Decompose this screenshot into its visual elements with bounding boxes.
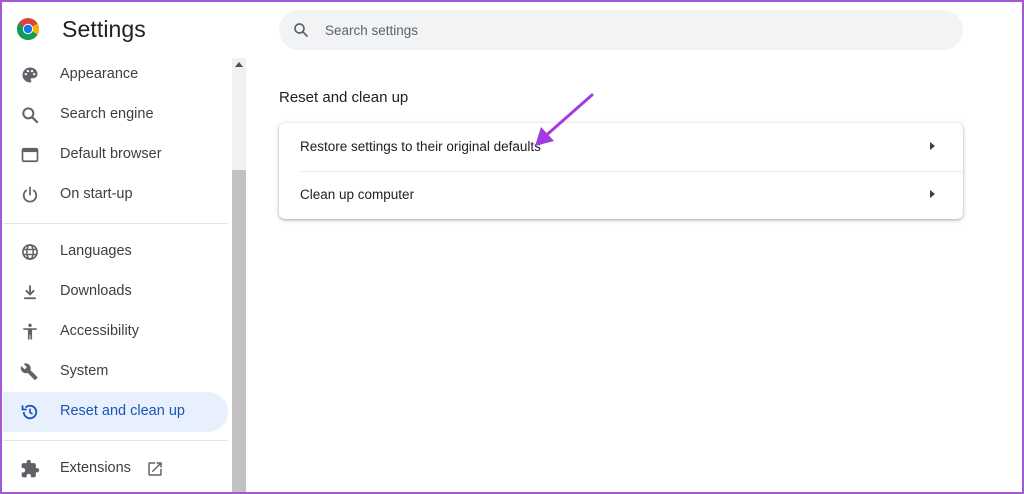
sidebar-item-label: Appearance	[60, 66, 139, 82]
power-icon	[22, 186, 38, 203]
wrench-icon	[20, 363, 38, 381]
sidebar-item-label: Accessibility	[60, 323, 139, 339]
chrome-logo-icon	[16, 18, 40, 40]
sidebar-item-label: Languages	[60, 243, 132, 259]
search-input[interactable]	[325, 10, 925, 50]
clean-up-computer-row[interactable]: Clean up computer	[279, 171, 963, 219]
sidebar-item-default-browser[interactable]: Default browser	[3, 135, 228, 175]
sidebar-scrollbar[interactable]	[232, 58, 246, 494]
download-icon	[24, 285, 36, 300]
sidebar-item-label: Default browser	[60, 146, 162, 162]
sidebar-item-reset-and-clean-up[interactable]: Reset and clean up	[3, 392, 228, 432]
sidebar-item-label: Extensions	[60, 460, 131, 476]
annotation-arrow-icon	[535, 93, 594, 146]
search-icon	[294, 23, 308, 37]
header: Settings	[0, 0, 1024, 58]
chevron-right-icon	[930, 190, 935, 198]
scroll-up-arrow-icon[interactable]	[235, 62, 243, 67]
open-in-new-icon[interactable]	[146, 460, 164, 478]
sidebar-divider	[3, 440, 228, 441]
sidebar-item-downloads[interactable]: Downloads	[3, 272, 228, 312]
page-title: Settings	[62, 16, 146, 42]
sidebar-item-system[interactable]: System	[3, 352, 228, 392]
puzzle-icon	[21, 459, 40, 478]
sidebar-item-label: Downloads	[60, 283, 132, 299]
palette-icon	[22, 67, 38, 83]
sidebar-item-extensions[interactable]: Extensions	[3, 449, 228, 489]
reset-card: Restore settings to their original defau…	[279, 123, 963, 219]
sidebar-item-accessibility[interactable]: Accessibility	[3, 312, 228, 352]
row-label: Clean up computer	[300, 187, 415, 202]
globe-icon	[22, 244, 38, 260]
section-title: Reset and clean up	[279, 89, 409, 106]
history-reset-icon	[21, 404, 38, 420]
sidebar-item-search-engine[interactable]: Search engine	[3, 95, 228, 135]
sidebar: Appearance Search engine Default browser…	[0, 58, 232, 494]
sidebar-item-label: System	[60, 363, 109, 379]
sidebar-item-label: Reset and clean up	[60, 403, 185, 419]
scrollbar-thumb[interactable]	[232, 170, 246, 494]
browser-window-icon	[21, 147, 39, 163]
chevron-right-icon	[930, 142, 935, 150]
sidebar-item-on-startup[interactable]: On start-up	[3, 175, 228, 215]
search-bar[interactable]	[279, 10, 963, 50]
sidebar-item-label: On start-up	[60, 186, 133, 202]
accessibility-icon	[23, 323, 37, 340]
sidebar-item-label: Search engine	[60, 106, 154, 122]
sidebar-item-appearance[interactable]: Appearance	[3, 55, 228, 95]
main-content: Reset and clean up Restore settings to t…	[246, 58, 1022, 492]
restore-defaults-row[interactable]: Restore settings to their original defau…	[279, 123, 963, 171]
sidebar-divider	[3, 223, 228, 224]
row-label: Restore settings to their original defau…	[300, 139, 541, 154]
sidebar-item-languages[interactable]: Languages	[3, 232, 228, 272]
search-icon	[22, 107, 39, 124]
